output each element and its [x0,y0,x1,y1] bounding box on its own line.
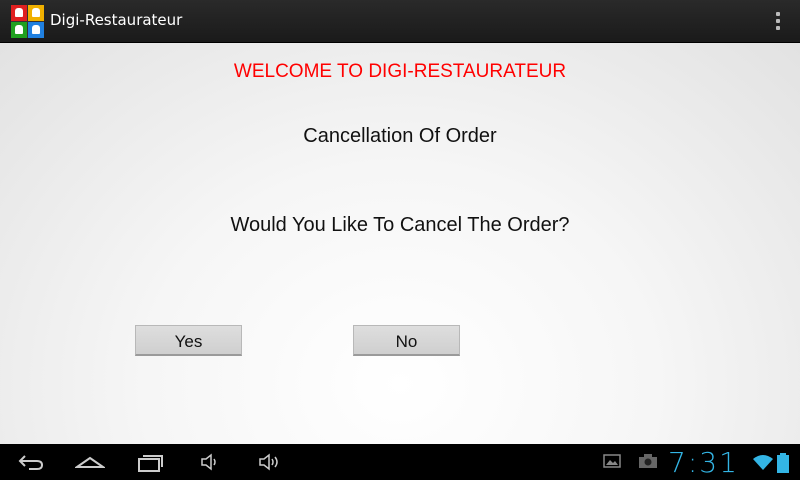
home-icon[interactable] [75,452,105,472]
app-logo-quadrant [11,5,27,21]
welcome-banner: WELCOME TO DIGI-RESTAURATEUR [233,61,567,82]
page-heading: Cancellation Of Order [303,125,497,147]
battery-icon [776,452,790,473]
gallery-icon [603,452,621,472]
wifi-icon [752,452,774,472]
overflow-menu-icon[interactable] [774,12,782,30]
app-logo-quadrant [11,22,27,38]
app-logo-icon[interactable] [11,5,44,38]
back-icon[interactable] [17,452,45,472]
app-title: Digi-Restaurateur [50,11,183,29]
system-nav-bar: 7:31 [0,444,800,480]
app-logo-quadrant [28,22,44,38]
camera-icon [638,452,658,472]
main-content: WELCOME TO DIGI-RESTAURATEUR Cancellatio… [0,43,800,444]
action-bar: Digi-Restaurateur [0,0,800,43]
yes-button[interactable]: Yes [135,325,242,356]
volume-up-icon[interactable] [258,452,284,472]
confirm-question: Would You Like To Cancel The Order? [230,214,570,236]
app-logo-quadrant [28,5,44,21]
volume-down-icon[interactable] [200,452,222,472]
no-button[interactable]: No [353,325,460,356]
recent-apps-icon[interactable] [137,452,165,472]
status-clock: 7:31 [668,446,739,479]
